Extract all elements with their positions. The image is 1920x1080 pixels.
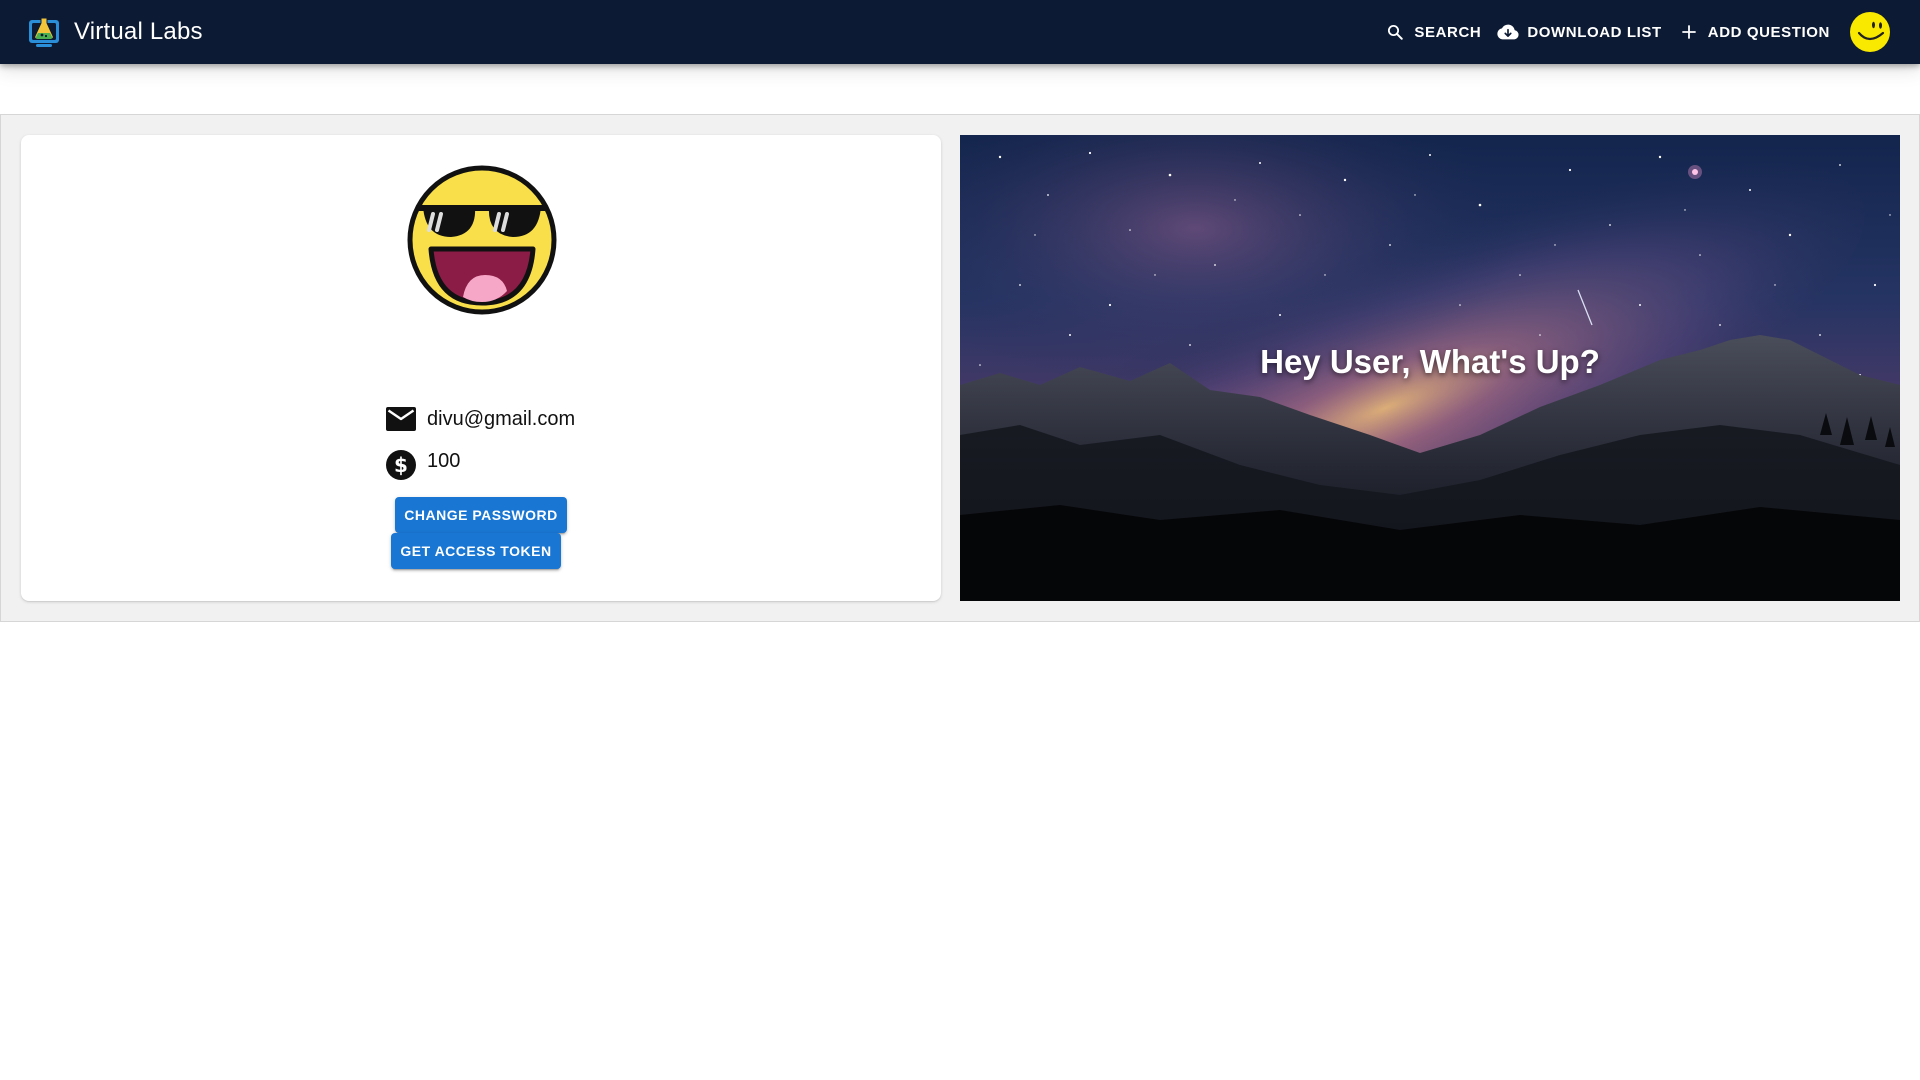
- download-list-label: DOWNLOAD LIST: [1527, 23, 1662, 41]
- app-bar: Virtual Labs SEARCH DOWNLOAD LIST ADD QU…: [0, 0, 1920, 64]
- top-nav: SEARCH DOWNLOAD LIST ADD QUESTION: [1376, 0, 1920, 64]
- banner-greeting: Hey User, What's Up?: [1260, 343, 1600, 380]
- search-label: SEARCH: [1414, 23, 1482, 41]
- svg-text:$: $: [394, 453, 408, 477]
- add-question-button[interactable]: ADD QUESTION: [1670, 12, 1838, 52]
- change-password-button[interactable]: CHANGE PASSWORD: [395, 497, 567, 533]
- smiley-face-icon: [1850, 12, 1890, 52]
- email-value: divu@gmail.com: [427, 407, 576, 430]
- welcome-banner: Hey User, What's Up?: [960, 135, 1900, 601]
- flask-monitor-icon: [26, 14, 62, 50]
- app-title: Virtual Labs: [74, 18, 203, 45]
- download-list-button[interactable]: DOWNLOAD LIST: [1489, 12, 1669, 52]
- search-icon: [1384, 21, 1406, 43]
- dollar-circle-icon: $: [385, 449, 417, 481]
- profile-page-container: divu@gmail.com $ 100 CHANGE PASSWORD GET…: [0, 114, 1920, 622]
- plus-icon: [1678, 21, 1700, 43]
- search-button[interactable]: SEARCH: [1376, 12, 1489, 52]
- get-access-token-button[interactable]: GET ACCESS TOKEN: [391, 533, 561, 569]
- brand-home-link[interactable]: Virtual Labs: [26, 14, 203, 50]
- credits-value: 100: [427, 449, 461, 472]
- cloud-download-icon: [1497, 21, 1519, 43]
- email-row: divu@gmail.com: [385, 403, 575, 435]
- user-avatar-button[interactable]: [1848, 10, 1892, 54]
- profile-card: divu@gmail.com $ 100 CHANGE PASSWORD GET…: [21, 135, 941, 601]
- sunglasses-smiley-icon: [405, 163, 559, 317]
- add-question-label: ADD QUESTION: [1707, 23, 1830, 41]
- credits-row: $ 100: [385, 449, 460, 481]
- mail-icon: [385, 403, 417, 435]
